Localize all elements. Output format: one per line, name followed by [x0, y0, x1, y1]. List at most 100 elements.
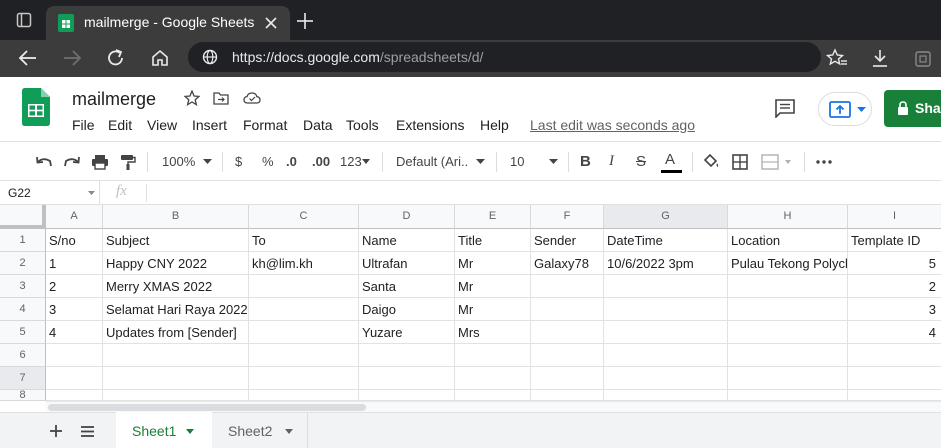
cell-col-sno[interactable]: S/no	[46, 229, 103, 252]
cell-col-title[interactable]: Mr	[455, 298, 531, 321]
cell-col-sno[interactable]	[46, 344, 103, 367]
cell-col-template-id[interactable]: 3	[848, 298, 941, 321]
cell-col-subject[interactable]	[103, 344, 249, 367]
cell-col-sender[interactable]	[531, 298, 604, 321]
percent-format-button[interactable]: %	[262, 154, 274, 169]
cell-col-datetime[interactable]	[604, 321, 728, 344]
merge-cells-icon[interactable]	[761, 154, 791, 170]
menu-file[interactable]: File	[72, 117, 95, 133]
decrease-decimal-button[interactable]: .0	[286, 154, 297, 169]
cell-col-name[interactable]: Yuzare	[359, 321, 455, 344]
row-header[interactable]: 6	[0, 344, 46, 367]
cell-col-to[interactable]: kh@lim.kh	[249, 252, 359, 275]
cell-col-datetime[interactable]	[604, 275, 728, 298]
row-header[interactable]: 3	[0, 275, 46, 298]
currency-format-button[interactable]: $	[235, 154, 242, 169]
cell-col-sender[interactable]: Galaxy78	[531, 252, 604, 275]
cell-col-title[interactable]: Mrs	[455, 321, 531, 344]
cell-col-sender[interactable]	[531, 344, 604, 367]
cell-col-sno[interactable]: 2	[46, 275, 103, 298]
fill-color-icon[interactable]	[702, 153, 720, 169]
zoom-select[interactable]: 100%	[162, 154, 195, 169]
cell-col-location[interactable]: Pulau Tekong Polyclinic	[728, 252, 848, 275]
row-header[interactable]: 4	[0, 298, 46, 321]
home-icon[interactable]	[150, 48, 170, 68]
menu-format[interactable]: Format	[243, 117, 287, 133]
cell-col-sno[interactable]: 1	[46, 252, 103, 275]
cloud-status-icon[interactable]	[243, 91, 261, 105]
column-header[interactable]: C	[249, 205, 359, 229]
cell-col-datetime[interactable]	[604, 390, 728, 401]
cell-col-location[interactable]	[728, 298, 848, 321]
cell-col-to[interactable]	[249, 367, 359, 390]
tab-actions-icon[interactable]	[16, 12, 32, 28]
back-icon[interactable]	[18, 49, 38, 67]
cell-col-template-id[interactable]: 4	[848, 321, 941, 344]
cell-col-title[interactable]: Mr	[455, 252, 531, 275]
downloads-icon[interactable]	[871, 48, 889, 68]
zoom-dropdown-icon[interactable]	[203, 159, 212, 164]
cell-col-sno[interactable]	[46, 367, 103, 390]
cell-col-template-id[interactable]	[848, 344, 941, 367]
cell-col-name[interactable]: Daigo	[359, 298, 455, 321]
extensions-icon[interactable]	[914, 48, 932, 68]
menu-view[interactable]: View	[147, 117, 177, 133]
new-tab-icon[interactable]	[296, 12, 314, 30]
cell-col-sender[interactable]: Sender	[531, 229, 604, 252]
column-header[interactable]: A	[46, 205, 103, 229]
star-icon[interactable]	[184, 90, 200, 106]
share-button[interactable]: Sha	[884, 90, 941, 127]
cell-col-name[interactable]: Santa	[359, 275, 455, 298]
move-folder-icon[interactable]	[213, 91, 229, 105]
cell-col-to[interactable]: To	[249, 229, 359, 252]
sheet-tab-sheet1[interactable]: Sheet1	[116, 412, 212, 448]
cell-col-title[interactable]	[455, 390, 531, 401]
font-size-dropdown-icon[interactable]	[549, 159, 558, 164]
cell-col-subject[interactable]: Updates from [Sender]	[103, 321, 249, 344]
undo-icon[interactable]	[35, 155, 53, 169]
cell-col-to[interactable]	[249, 298, 359, 321]
cell-col-template-id[interactable]: 5	[848, 252, 941, 275]
italic-button[interactable]: I	[609, 153, 614, 170]
cell-col-location[interactable]	[728, 390, 848, 401]
cell-col-title[interactable]	[455, 344, 531, 367]
cell-col-sender[interactable]	[531, 390, 604, 401]
cell-col-location[interactable]: Location	[728, 229, 848, 252]
menu-insert[interactable]: Insert	[192, 117, 227, 133]
present-button[interactable]	[818, 92, 872, 126]
cell-col-sender[interactable]	[531, 275, 604, 298]
close-tab-icon[interactable]	[264, 16, 278, 30]
reload-icon[interactable]	[106, 48, 126, 68]
cell-col-subject[interactable]: Merry XMAS 2022	[103, 275, 249, 298]
cell-col-name[interactable]: Ultrafan	[359, 252, 455, 275]
cell-col-template-id[interactable]: Template ID	[848, 229, 941, 252]
comments-icon[interactable]	[774, 98, 796, 118]
cell-col-location[interactable]	[728, 344, 848, 367]
cell-col-sno[interactable]	[46, 390, 103, 401]
formula-input[interactable]	[146, 184, 936, 202]
strikethrough-button[interactable]: S	[636, 153, 646, 170]
cell-col-name[interactable]: Name	[359, 229, 455, 252]
cell-col-location[interactable]	[728, 275, 848, 298]
bold-button[interactable]: B	[580, 153, 591, 170]
menu-data[interactable]: Data	[303, 117, 333, 133]
column-header[interactable]: I	[848, 205, 941, 229]
cell-col-template-id[interactable]	[848, 367, 941, 390]
column-header[interactable]: G	[604, 205, 728, 229]
cell-col-sender[interactable]	[531, 367, 604, 390]
address-bar[interactable]: https://docs.google.com/spreadsheets/d/	[188, 42, 821, 72]
redo-icon[interactable]	[63, 155, 81, 169]
scrollbar-thumb[interactable]	[48, 404, 366, 411]
increase-decimal-button[interactable]: .00	[312, 154, 330, 169]
cell-col-subject[interactable]: Happy CNY 2022	[103, 252, 249, 275]
paint-format-icon[interactable]	[120, 154, 136, 171]
row-header[interactable]: 7	[0, 367, 46, 390]
print-icon[interactable]	[91, 154, 109, 170]
forward-icon[interactable]	[62, 49, 82, 67]
cell-col-datetime[interactable]	[604, 298, 728, 321]
name-box[interactable]: G22	[0, 181, 100, 204]
font-family-select[interactable]: Default (Ari...	[396, 154, 468, 169]
cell-col-to[interactable]	[249, 390, 359, 401]
cell-col-subject[interactable]: Subject	[103, 229, 249, 252]
row-header[interactable]: 1	[0, 229, 46, 252]
